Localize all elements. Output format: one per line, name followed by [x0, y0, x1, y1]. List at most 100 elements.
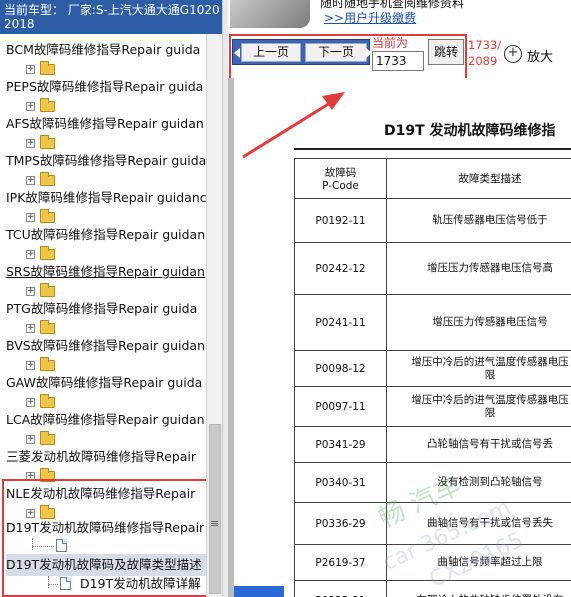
tree-sub-ptg[interactable]: +	[26, 320, 66, 337]
dtc-description: 轨压传感器电压信号低于	[386, 198, 571, 243]
scroll-thumb[interactable]	[209, 424, 221, 594]
next-page-button[interactable]: 下一页	[305, 43, 367, 62]
tree-node-ipk[interactable]: IPK故障码维修指导Repair guidanc	[6, 188, 206, 208]
expand-icon[interactable]: +	[26, 324, 35, 333]
tree-node-bvs[interactable]: BVS故障码维修指导Repair guidan	[6, 336, 206, 356]
tree-sub-peps[interactable]: +	[26, 98, 66, 115]
tree-sub-bcm[interactable]: +	[26, 61, 66, 78]
folder-icon	[40, 357, 55, 371]
dtc-description: 增压压力传感器电压信号	[386, 294, 571, 351]
dtc-description-line: 限	[484, 406, 496, 419]
corner-widget	[234, 586, 284, 597]
tree-node-srs[interactable]: SRS故障码维修指导Repair guidan	[6, 262, 206, 282]
tree-sub-afs[interactable]: +	[26, 135, 66, 152]
col-header-desc: 故障类型描述	[386, 158, 571, 199]
page-number-input[interactable]	[372, 51, 424, 71]
page-navigation-bar: 上一页 下一页 当前为 跳转 1733/ 2089 + 放大	[228, 34, 571, 90]
tree-sub-lca[interactable]: +	[26, 431, 66, 448]
zoom-in-button[interactable]: + 放大	[502, 44, 568, 66]
dtc-description-line: 增压中冷后的进气温度传感器电压	[411, 355, 569, 368]
tree-node-tcu[interactable]: TCU故障码维修指导Repair guidan	[6, 225, 206, 245]
dtc-description: 增压压力传感器电压信号高	[386, 242, 571, 295]
tree-node-bcm[interactable]: BCM故障码维修指导Repair guida	[6, 40, 206, 60]
expand-icon[interactable]: +	[26, 213, 35, 222]
tree-sub-ipk[interactable]: +	[26, 209, 66, 226]
tree-node-peps[interactable]: PEPS故障码维修指导Repair guida	[6, 77, 206, 97]
title-rule	[294, 148, 571, 150]
document-title: D19T 发动机故障码维修指	[384, 123, 556, 139]
expand-icon[interactable]: +	[26, 287, 35, 296]
folder-icon	[40, 283, 55, 297]
folder-icon	[40, 246, 55, 260]
prev-next-group: 上一页 下一页	[232, 39, 372, 65]
dtc-code: P0341-29	[294, 426, 387, 463]
tree-node-ptg[interactable]: PTG故障码维修指导Repair guida	[6, 299, 206, 319]
col-code-sublabel: P-Code	[322, 180, 359, 192]
tree-node-afs[interactable]: AFS故障码维修指导Repair guidan	[6, 114, 206, 134]
document-page: D19T 发动机故障码维修指 故障码 P-Code 故障类型描述 P0192-1…	[234, 78, 571, 597]
page-count-current: 1733/	[468, 38, 502, 52]
dtc-row: P0340-31 没有检测到凸轮轴信号	[294, 462, 571, 503]
col-code-label: 故障码	[324, 167, 357, 179]
dtc-description: 曲轴信号频率超过上限	[386, 544, 571, 581]
dtc-row: P0098-12 增压中冷后的进气温度传感器电压限	[294, 350, 571, 387]
current-vehicle-year: 2018	[4, 17, 35, 31]
dtc-row: P0241-11 增压压力传感器电压信号	[294, 294, 571, 351]
expand-icon[interactable]: +	[26, 398, 35, 407]
dtc-code: P0336-29	[294, 502, 387, 545]
folder-icon	[40, 135, 55, 149]
dtc-description-line: 增压中冷后的进气温度传感器电压	[411, 393, 569, 406]
tree-sub-tmps[interactable]: +	[26, 172, 66, 189]
mascot-image	[230, 0, 310, 28]
expand-icon[interactable]: +	[26, 139, 35, 148]
prev-page-button[interactable]: 上一页	[241, 43, 301, 62]
dtc-code: P0097-11	[294, 386, 387, 427]
tree-sub-tcu[interactable]: +	[26, 246, 66, 263]
dtc-description-line: 曲轴信号频率超过上限	[437, 556, 543, 568]
repair-tree-panel: 当前车型： 厂家:S-上汽大通大通G1020 2018 BCM故障码维修指导Re…	[0, 0, 228, 597]
jump-button[interactable]: 跳转	[428, 39, 464, 65]
expand-icon[interactable]: +	[26, 250, 35, 259]
tree-node-gaw[interactable]: GAW故障码维修指导Repair guida	[6, 373, 206, 393]
dtc-row: P2619-37 曲轴信号频率超过上限	[294, 544, 571, 581]
expand-icon[interactable]: +	[26, 361, 35, 370]
folder-icon	[40, 320, 55, 334]
annotation-highlight-box	[2, 479, 210, 597]
expand-icon[interactable]: +	[26, 435, 35, 444]
dtc-description: 曲轴信号有干扰或信号丢失	[386, 502, 571, 545]
folder-icon	[40, 61, 55, 75]
arrow-left-icon	[234, 48, 240, 58]
folder-icon	[40, 172, 55, 186]
current-vehicle-bar: 当前车型： 厂家:S-上汽大通大通G1020 2018	[0, 0, 228, 34]
dtc-code: P0242-12	[294, 242, 387, 295]
tree-node-mitsubishi-engine[interactable]: 三菱发动机故障码维修指导Repair	[6, 447, 206, 467]
dtc-description-line: 限	[484, 368, 496, 381]
tree-node-tmps[interactable]: TMPS故障码维修指导Repair guida	[6, 151, 206, 171]
dtc-description-line: 轨压传感器电压信号低于	[432, 214, 548, 226]
dtc-row: P0335-31在理论上的曲轴缺齿位置处没有	[294, 580, 571, 597]
folder-icon	[40, 394, 55, 408]
tree-sub-gaw[interactable]: +	[26, 394, 66, 411]
dtc-description: 在理论上的曲轴缺齿位置处没有	[386, 580, 571, 597]
dtc-row: P0192-11 轨压传感器电压信号低于	[294, 198, 571, 243]
zoom-in-icon: +	[504, 45, 522, 63]
dtc-code: P0241-11	[294, 294, 387, 351]
tree-node-lca[interactable]: LCA故障码维修指导Repair guidan	[6, 410, 206, 430]
page-count-total: 2089	[468, 54, 498, 68]
tree-scrollbar[interactable]	[206, 34, 222, 597]
dtc-description: 没有检测到凸轮轴信号	[386, 462, 571, 503]
expand-icon[interactable]: +	[26, 102, 35, 111]
dtc-code: P2619-37	[294, 544, 387, 581]
expand-icon[interactable]: +	[26, 176, 35, 185]
folder-icon	[40, 209, 55, 223]
expand-icon[interactable]: +	[26, 65, 35, 74]
dtc-code: P0192-11	[294, 198, 387, 243]
tree-sub-bvs[interactable]: +	[26, 357, 66, 374]
dtc-description: 增压中冷后的进气温度传感器电压限	[386, 350, 571, 387]
page-count: 1733/ 2089	[468, 37, 501, 69]
upgrade-link[interactable]: >>用户升级缴费	[324, 9, 416, 26]
current-vehicle-label: 当前车型： 厂家:S-上汽大通大通G1020	[4, 3, 220, 17]
zoom-label: 放大	[527, 50, 554, 65]
tree-sub-srs[interactable]: +	[26, 283, 66, 300]
dtc-code: P0340-31	[294, 462, 387, 503]
